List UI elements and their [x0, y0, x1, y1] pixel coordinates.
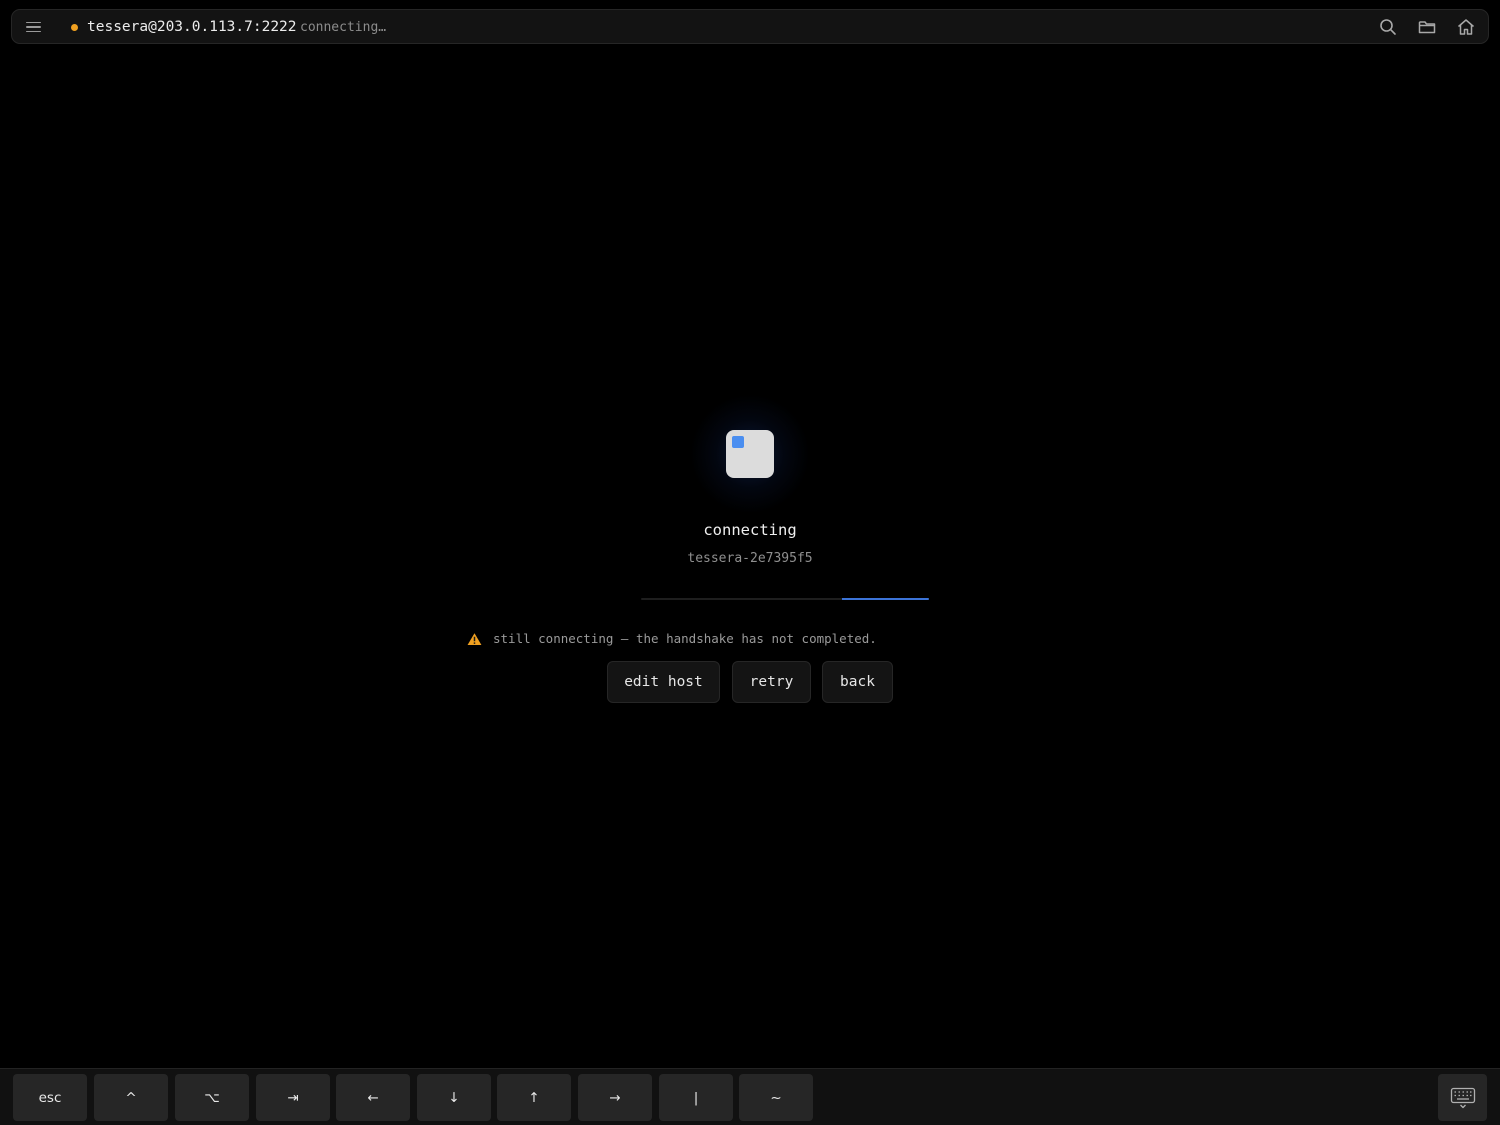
connection-status-text: connecting… [300, 20, 387, 35]
key-alt[interactable]: ⌥ [175, 1074, 249, 1121]
back-button[interactable]: back [822, 661, 893, 703]
warning-icon [467, 633, 482, 645]
key-pipe[interactable]: | [659, 1074, 733, 1121]
connection-status-dot [71, 24, 78, 31]
folder-icon[interactable] [1417, 17, 1437, 37]
key-tilde[interactable]: ~ [739, 1074, 813, 1121]
key-arrow-down[interactable]: ↓ [417, 1074, 491, 1121]
keyboard-toggle-icon[interactable] [1438, 1074, 1487, 1121]
extra-keys-bar: esc ^ ⌥ ⇥ ← ↓ ↑ → | ~ [0, 1068, 1500, 1125]
key-arrow-up[interactable]: ↑ [497, 1074, 571, 1121]
host-address: tessera@203.0.113.7:2222 [87, 19, 297, 35]
logo-accent-dot [732, 436, 744, 448]
connection-progress-bar [641, 598, 929, 600]
key-ctrl[interactable]: ^ [94, 1074, 168, 1121]
warning-text: still connecting — the handshake has not… [493, 631, 877, 646]
warning-message: still connecting — the handshake has not… [467, 630, 877, 648]
session-id: tessera-2e7395f5 [687, 551, 813, 566]
app-logo-icon [726, 430, 774, 478]
key-arrow-right[interactable]: → [578, 1074, 652, 1121]
edit-host-button[interactable]: edit host [607, 661, 720, 703]
top-bar: tessera@203.0.113.7:2222 connecting… [11, 9, 1489, 44]
search-icon[interactable] [1378, 17, 1398, 37]
home-icon[interactable] [1456, 17, 1476, 37]
menu-icon[interactable] [26, 18, 45, 36]
key-esc[interactable]: esc [13, 1074, 87, 1121]
retry-button[interactable]: retry [732, 661, 811, 703]
key-arrow-left[interactable]: ← [336, 1074, 410, 1121]
key-tab[interactable]: ⇥ [256, 1074, 330, 1121]
connection-title: connecting [703, 521, 797, 539]
progress-indicator [842, 598, 929, 600]
